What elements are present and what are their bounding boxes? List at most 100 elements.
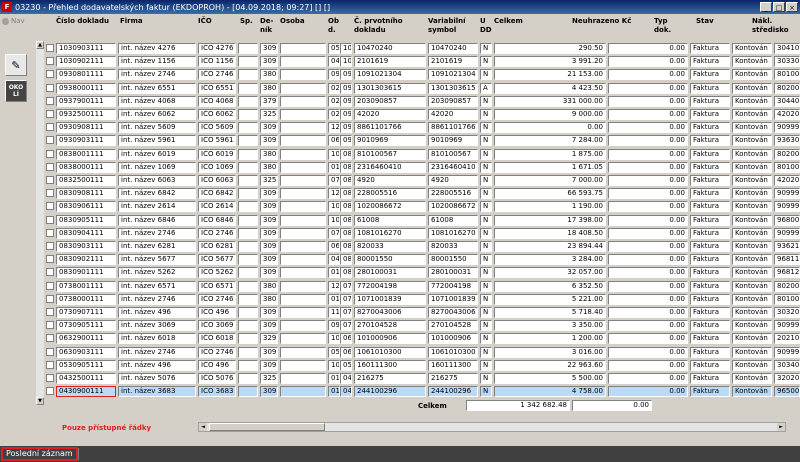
cell-denik[interactable]: 325 [260,175,278,186]
header-naklady[interactable]: Nákl. středisko [752,14,798,40]
cell-vs[interactable]: 2316460410 [428,161,478,173]
cell-denik[interactable]: 309 [260,135,278,147]
row-checkbox[interactable] [46,255,54,264]
cell-stav[interactable]: Kontován [732,333,772,345]
cell-stav[interactable]: Kontován [732,69,772,81]
cell-typ[interactable]: Faktura [690,359,730,371]
cell-prvotni[interactable]: 1020086672 [354,201,426,213]
cell-u[interactable]: N [480,293,492,305]
cell-neuhr[interactable]: 0.00 [608,280,688,292]
cell-stredisko[interactable]: 90999 [774,188,800,200]
cell-stav[interactable]: Kontován [732,293,772,305]
cell-vs[interactable]: 80001550 [428,254,478,266]
cell-prvotni[interactable]: 216275 [354,373,426,384]
row-checkbox[interactable] [46,294,54,303]
cell-stredisko[interactable]: 90999 [774,320,800,332]
cell-cislo[interactable]: 0938000111 [56,82,116,94]
cell-sp[interactable] [238,307,258,318]
row-checkbox[interactable] [46,96,54,105]
cell-vs[interactable]: 9010969 [428,135,478,147]
nav-button[interactable]: Nav [2,17,25,25]
cell-denik[interactable]: 309 [260,201,278,213]
cell-neuhr[interactable]: 0.00 [608,82,688,94]
cell-osoba[interactable] [280,188,326,200]
cell-celkem[interactable]: 331 000.00 [494,95,606,107]
cell-neuhr[interactable]: 0.00 [608,161,688,173]
cell-ob2[interactable]: 05 [340,359,352,371]
header-ico[interactable]: IČO [198,14,228,40]
table-row[interactable]: 0632900111 int. název 6018 IČO 6018 329 10 06… [36,332,800,345]
cell-firma[interactable]: int. název 4276 [118,43,196,54]
cell-stav[interactable]: Kontován [732,280,772,292]
row-checkbox[interactable] [46,308,54,316]
cell-stredisko[interactable]: 42020 [774,175,800,186]
cell-ob1[interactable]: 01 [328,267,340,279]
cell-stredisko[interactable]: 80200 [774,148,800,160]
cell-denik[interactable]: 309 [260,43,278,54]
cell-firma[interactable]: int. název 2614 [118,201,196,213]
cell-prvotni[interactable]: 8861101766 [354,122,426,134]
cell-stav[interactable]: Kontován [732,359,772,371]
cell-osoba[interactable] [280,346,326,358]
scroll-down-button[interactable]: ▼ [36,397,44,405]
cell-ob1[interactable]: 12 [328,188,340,200]
cell-firma[interactable]: int. název 6281 [118,241,196,252]
row-checkbox[interactable] [46,70,54,79]
cell-vs[interactable]: 270104528 [428,320,478,332]
cell-neuhr[interactable]: 0.00 [608,69,688,81]
cell-neuhr[interactable]: 0.00 [608,373,688,384]
maximize-button[interactable]: □ [773,2,785,12]
cell-typ[interactable]: Faktura [690,346,730,358]
cell-sp[interactable] [238,148,258,160]
cell-cislo[interactable]: 1030903111 [56,43,116,54]
cell-celkem[interactable]: 22 963.60 [494,359,606,371]
cell-typ[interactable]: Faktura [690,280,730,292]
cell-firma[interactable]: int. název 5677 [118,254,196,266]
cell-ico[interactable]: IČO 496 [198,359,236,371]
cell-denik[interactable]: 309 [260,122,278,134]
cell-vs[interactable]: 8270043006 [428,307,478,318]
cell-stav[interactable]: Kontován [732,82,772,94]
cell-firma[interactable]: int. název 2746 [118,293,196,305]
cell-firma[interactable]: int. název 496 [118,359,196,371]
header-sp[interactable]: Sp. [240,14,258,40]
cell-ico[interactable]: IČO 6551 [198,82,236,94]
table-row[interactable]: 0930903111 int. název 5961 IČO 5961 309 06 09… [36,134,800,147]
cell-prvotni[interactable]: 244100296 [354,386,426,398]
cell-ob1[interactable]: 11 [328,307,340,318]
cell-firma[interactable]: int. název 6063 [118,175,196,186]
row-checkbox[interactable] [46,334,54,343]
cell-cislo[interactable]: 0930801111 [56,69,116,81]
cell-cislo[interactable]: 0630903111 [56,346,116,358]
cell-celkem[interactable]: 5 500.00 [494,373,606,384]
cell-firma[interactable]: int. název 5609 [118,122,196,134]
cell-sp[interactable] [238,267,258,279]
cell-stav[interactable]: Kontován [732,214,772,226]
table-row[interactable]: 0930908111 int. název 5609 IČO 5609 309 12 09… [36,121,800,134]
cell-vs[interactable]: 1061010300 [428,346,478,358]
cell-prvotni[interactable]: 1091021304 [354,69,426,81]
row-checkbox[interactable] [46,57,54,66]
cell-vs[interactable]: 216275 [428,373,478,384]
table-row[interactable]: 0730905111 int. název 3069 IČO 3069 309 09 07… [36,319,800,332]
cell-sp[interactable] [238,359,258,371]
cell-sp[interactable] [238,373,258,384]
cell-sp[interactable] [238,161,258,173]
cell-u[interactable]: A [480,82,492,94]
header-typ[interactable]: Typ dok. [654,14,682,40]
cell-osoba[interactable] [280,307,326,318]
cell-typ[interactable]: Faktura [690,293,730,305]
cell-osoba[interactable] [280,122,326,134]
cell-celkem[interactable]: 3 350.00 [494,320,606,332]
cell-ob1[interactable]: 10 [328,214,340,226]
cell-stredisko[interactable]: 90999 [774,227,800,239]
cell-prvotni[interactable]: 2316460410 [354,161,426,173]
cell-osoba[interactable] [280,386,326,398]
cell-vs[interactable]: 101000906 [428,333,478,345]
cell-stav[interactable]: Kontován [732,241,772,252]
header-stav[interactable]: Stav [696,14,736,40]
table-row[interactable]: 0830901111 int. název 5262 IČO 5262 309 01 08… [36,266,800,279]
cell-denik[interactable]: 309 [260,241,278,252]
cell-stredisko[interactable]: 90999 [774,201,800,213]
cell-sp[interactable] [238,43,258,54]
